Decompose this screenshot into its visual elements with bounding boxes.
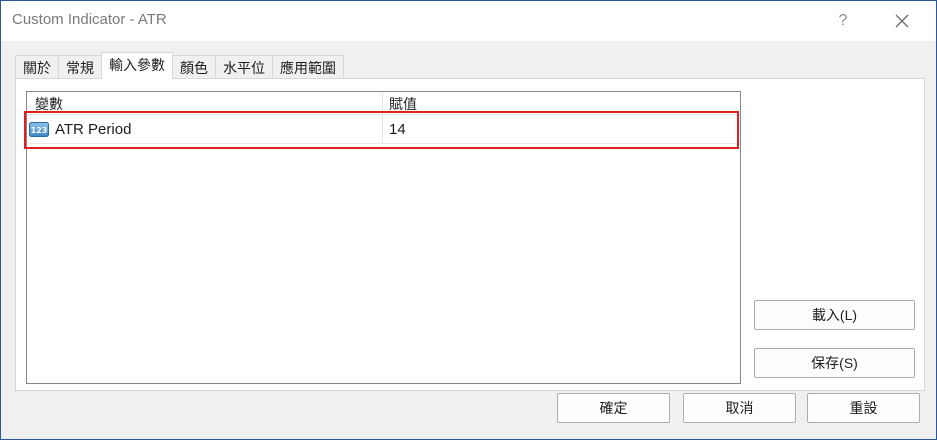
load-button[interactable]: 載入(L)	[754, 300, 915, 330]
close-icon	[895, 14, 909, 28]
svg-text:123: 123	[31, 126, 48, 135]
inputs-panel: 變數 賦值 123 ATR Period 14	[15, 78, 925, 391]
close-button[interactable]	[887, 7, 917, 35]
tab-common[interactable]: 常規	[58, 55, 102, 79]
table-row[interactable]: 123 ATR Period 14	[27, 115, 740, 144]
tab-visualization[interactable]: 應用範圍	[272, 55, 344, 79]
grid-header: 變數 賦值	[27, 92, 740, 115]
title-bar: Custom Indicator - ATR ?	[1, 1, 936, 41]
tab-about[interactable]: 關於	[15, 55, 59, 79]
window-title: Custom Indicator - ATR	[12, 11, 167, 28]
value-cell[interactable]: 14	[383, 121, 740, 138]
tab-inputs[interactable]: 輸入參數	[101, 52, 173, 79]
variable-name: ATR Period	[55, 120, 132, 138]
dialog-window: Custom Indicator - ATR ? 關於 常規 輸入參數 顏色 水…	[0, 0, 937, 440]
column-header-variable[interactable]: 變數	[27, 92, 383, 114]
save-button[interactable]: 保存(S)	[754, 348, 915, 378]
variable-cell[interactable]: 123 ATR Period	[27, 115, 383, 143]
parameters-grid: 變數 賦值 123 ATR Period 14	[26, 91, 741, 384]
tab-colors[interactable]: 顏色	[172, 55, 216, 79]
number-123-icon: 123	[29, 121, 49, 137]
tab-strip: 關於 常規 輸入參數 顏色 水平位 應用範圍	[15, 52, 344, 79]
reset-button[interactable]: 重設	[807, 393, 920, 423]
cancel-button[interactable]: 取消	[683, 393, 796, 423]
column-header-value[interactable]: 賦值	[383, 92, 740, 114]
ok-button[interactable]: 確定	[557, 393, 670, 423]
help-button[interactable]: ?	[829, 7, 857, 35]
tab-levels[interactable]: 水平位	[215, 55, 273, 79]
